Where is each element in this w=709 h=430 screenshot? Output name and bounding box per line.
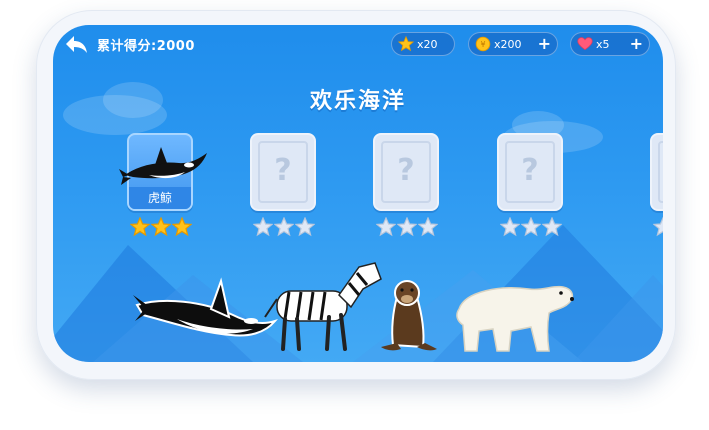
star-filled-icon xyxy=(151,217,171,237)
level-card-1[interactable]: 虎鲸 xyxy=(119,133,207,211)
total-score: 累计得分:2000 xyxy=(97,39,195,54)
star-empty-icon xyxy=(397,217,417,237)
orca-icon xyxy=(119,147,207,185)
orca-figure[interactable] xyxy=(133,275,278,350)
level-card-locked[interactable]: ? xyxy=(373,133,439,211)
svg-text:¥: ¥ xyxy=(480,40,485,49)
level-3-stars xyxy=(376,217,438,237)
level-5-stars xyxy=(653,217,663,237)
level-label: 虎鲸 xyxy=(129,187,191,209)
heart-icon xyxy=(577,37,593,51)
star-empty-icon xyxy=(653,217,663,237)
star-empty-icon xyxy=(274,217,294,237)
stars-count: x20 xyxy=(417,37,438,51)
add-coins-button[interactable]: + xyxy=(532,36,551,52)
question-mark-icon: ? xyxy=(521,153,539,188)
back-arrow-icon[interactable] xyxy=(63,32,89,56)
question-mark-icon: ? xyxy=(652,153,663,188)
level-card-locked[interactable]: ? xyxy=(497,133,563,211)
star-empty-icon xyxy=(418,217,438,237)
sea-otter-figure[interactable] xyxy=(377,277,439,355)
star-icon xyxy=(398,36,414,52)
star-filled-icon xyxy=(130,217,150,237)
question-mark-icon: ? xyxy=(397,153,415,188)
level-2-stars xyxy=(253,217,315,237)
level-card-locked[interactable]: ? xyxy=(650,133,663,211)
polar-bear-figure[interactable] xyxy=(451,275,576,355)
coins-counter: ¥ x200 + xyxy=(468,32,558,56)
coins-count: x200 xyxy=(494,37,522,51)
star-empty-icon xyxy=(295,217,315,237)
question-mark-icon: ? xyxy=(274,153,292,188)
star-empty-icon xyxy=(500,217,520,237)
level-card-locked[interactable]: ? xyxy=(250,133,316,211)
star-empty-icon xyxy=(521,217,541,237)
lives-counter: x5 + xyxy=(570,32,650,56)
stage-title: 欢乐海洋 xyxy=(309,89,406,114)
zebra-figure[interactable] xyxy=(259,259,384,354)
coin-icon: ¥ xyxy=(475,36,491,52)
star-filled-icon xyxy=(172,217,192,237)
star-empty-icon xyxy=(376,217,396,237)
star-empty-icon xyxy=(542,217,562,237)
level-4-stars xyxy=(500,217,562,237)
game-screen: 累计得分:2000 x20 ¥ x200 + x5 + 欢乐海洋 虎鲸 ? ? … xyxy=(53,25,663,362)
star-empty-icon xyxy=(253,217,273,237)
level-1-stars xyxy=(130,217,192,237)
lives-count: x5 xyxy=(596,37,610,51)
add-lives-button[interactable]: + xyxy=(624,36,643,52)
stars-counter: x20 xyxy=(391,32,455,56)
